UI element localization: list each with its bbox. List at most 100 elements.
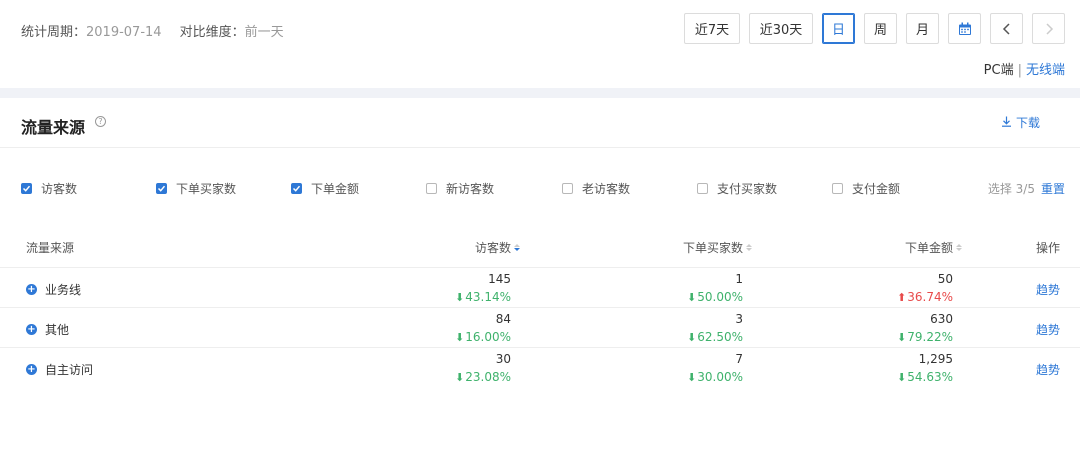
arrow-down-icon: ⬇ xyxy=(455,291,465,304)
section-title: 流量来源 xyxy=(21,118,86,137)
table-row: + 自主访问 30 ⬇23.08% 7 ⬇30.00% 1,295 ⬇54.63% 趋势 xyxy=(0,348,1080,388)
terminal-wireless-link[interactable]: 无线端 xyxy=(1026,63,1065,78)
terminal-separator: | xyxy=(1017,63,1022,78)
checkbox-checked-icon[interactable] xyxy=(21,183,32,194)
visitors-cell: 145 ⬇43.14% xyxy=(455,270,511,306)
visitors-value: 84 xyxy=(495,312,511,326)
amount-cell: 630 ⬇79.22% xyxy=(897,310,953,346)
last-30-days-button[interactable]: 近30天 xyxy=(749,13,813,44)
source-name: 业务线 xyxy=(45,283,82,297)
metric-option-label: 新访客数 xyxy=(446,182,495,196)
column-header-label: 访客数 xyxy=(474,241,511,255)
visitors-cell: 30 ⬇23.08% xyxy=(455,350,511,386)
amount-change: ⬇54.63% xyxy=(897,368,953,386)
metric-option-label: 下单金额 xyxy=(311,182,360,196)
change-percent: 16.00% xyxy=(465,330,511,344)
source-cell: + 业务线 xyxy=(26,281,81,298)
date-range-buttons: 近7天 近30天 日 周 月 xyxy=(675,13,1065,44)
checkbox-checked-icon[interactable] xyxy=(291,183,302,194)
period-label: 统计周期： xyxy=(21,25,87,40)
column-header-label: 下单买家数 xyxy=(682,241,743,255)
change-percent: 54.63% xyxy=(907,370,953,384)
trend-link[interactable]: 趋势 xyxy=(1036,281,1060,298)
sort-icon[interactable] xyxy=(746,244,752,251)
selection-info: 选择 3/5 重置 xyxy=(988,180,1065,197)
visitors-change: ⬇23.08% xyxy=(455,368,511,386)
buyers-value: 7 xyxy=(735,352,743,366)
sort-icon[interactable] xyxy=(956,244,962,251)
compare-label: 对比维度： xyxy=(179,25,245,40)
trend-link[interactable]: 趋势 xyxy=(1036,361,1060,378)
metric-option-label: 下单买家数 xyxy=(176,182,237,196)
visitors-change: ⬇43.14% xyxy=(455,288,511,306)
metric-option-returning-visitors[interactable]: 老访客数 xyxy=(562,180,630,197)
terminal-switch: PC端 | 无线端 xyxy=(984,59,1065,78)
week-button[interactable]: 周 xyxy=(864,13,897,44)
table-row: + 其他 84 ⬇16.00% 3 ⬇62.50% 630 ⬇79.22% 趋势 xyxy=(0,308,1080,348)
metric-option-label: 支付买家数 xyxy=(717,182,778,196)
download-button[interactable]: 下载 xyxy=(1001,114,1040,131)
filter-bar: 统计周期：2019-07-14 对比维度：前一天 近7天 近30天 日 周 月 xyxy=(0,0,1080,88)
metric-selector: 访客数 下单买家数 下单金额 新访客数 老访客数 支付买家数 支付金额 选择 3… xyxy=(0,180,1080,200)
change-percent: 62.50% xyxy=(697,330,743,344)
column-header-label: 下单金额 xyxy=(904,241,953,255)
checkbox-unchecked-icon[interactable] xyxy=(697,183,708,194)
checkbox-unchecked-icon[interactable] xyxy=(562,183,573,194)
expand-plus-icon[interactable]: + xyxy=(26,284,37,295)
buyers-cell: 1 ⬇50.00% xyxy=(687,270,743,306)
sort-desc-icon[interactable] xyxy=(514,244,520,251)
next-period-button[interactable] xyxy=(1032,13,1065,44)
column-header-visitors[interactable]: 访客数 xyxy=(475,239,520,256)
calendar-button[interactable] xyxy=(948,13,981,44)
metric-option-paid-amount[interactable]: 支付金额 xyxy=(832,180,900,197)
visitors-cell: 84 ⬇16.00% xyxy=(455,310,511,346)
checkbox-unchecked-icon[interactable] xyxy=(832,183,843,194)
source-name: 自主访问 xyxy=(45,363,94,377)
arrow-up-icon: ⬆ xyxy=(897,291,907,304)
compare-value: 前一天 xyxy=(244,25,284,40)
metric-option-paid-buyers[interactable]: 支付买家数 xyxy=(697,180,777,197)
amount-cell: 1,295 ⬇54.63% xyxy=(897,350,953,386)
last-7-days-button[interactable]: 近7天 xyxy=(684,13,740,44)
amount-value: 630 xyxy=(930,312,953,326)
metric-option-order-buyers[interactable]: 下单买家数 xyxy=(156,180,236,197)
arrow-down-icon: ⬇ xyxy=(687,331,697,344)
checkbox-unchecked-icon[interactable] xyxy=(426,183,437,194)
metric-option-order-amount[interactable]: 下单金额 xyxy=(291,180,359,197)
buyers-cell: 3 ⬇62.50% xyxy=(687,310,743,346)
prev-period-button[interactable] xyxy=(990,13,1023,44)
source-cell: + 其他 xyxy=(26,321,69,338)
period-info: 统计周期：2019-07-14 对比维度：前一天 xyxy=(21,21,284,40)
metric-option-visitors[interactable]: 访客数 xyxy=(21,180,77,197)
buyers-value: 1 xyxy=(735,272,743,286)
change-percent: 50.00% xyxy=(697,290,743,304)
buyers-change: ⬇50.00% xyxy=(687,288,743,306)
buyers-cell: 7 ⬇30.00% xyxy=(687,350,743,386)
change-percent: 36.74% xyxy=(907,290,953,304)
arrow-down-icon: ⬇ xyxy=(687,291,697,304)
terminal-pc[interactable]: PC端 xyxy=(984,63,1014,78)
expand-plus-icon[interactable]: + xyxy=(26,324,37,335)
metric-option-label: 访客数 xyxy=(41,182,78,196)
table-header: 流量来源 访客数 下单买家数 下单金额 操作 xyxy=(0,232,1080,268)
reset-button[interactable]: 重置 xyxy=(1041,182,1065,196)
trend-link[interactable]: 趋势 xyxy=(1036,321,1060,338)
expand-plus-icon[interactable]: + xyxy=(26,364,37,375)
chevron-left-icon xyxy=(1002,22,1012,35)
selection-count: 选择 3/5 xyxy=(987,182,1035,196)
day-button[interactable]: 日 xyxy=(822,13,855,44)
month-button[interactable]: 月 xyxy=(906,13,939,44)
change-percent: 43.14% xyxy=(465,290,511,304)
arrow-down-icon: ⬇ xyxy=(455,331,465,344)
column-header-action: 操作 xyxy=(1035,241,1060,255)
checkbox-checked-icon[interactable] xyxy=(156,183,167,194)
column-header-order-amount[interactable]: 下单金额 xyxy=(905,239,962,256)
help-icon[interactable]: ? xyxy=(95,116,106,127)
metric-option-new-visitors[interactable]: 新访客数 xyxy=(426,180,494,197)
column-header-source: 流量来源 xyxy=(26,241,75,255)
column-header-order-buyers[interactable]: 下单买家数 xyxy=(683,239,752,256)
metric-option-label: 老访客数 xyxy=(582,182,631,196)
download-label: 下载 xyxy=(1015,116,1040,130)
visitors-change: ⬇16.00% xyxy=(455,328,511,346)
amount-change: ⬇79.22% xyxy=(897,328,953,346)
